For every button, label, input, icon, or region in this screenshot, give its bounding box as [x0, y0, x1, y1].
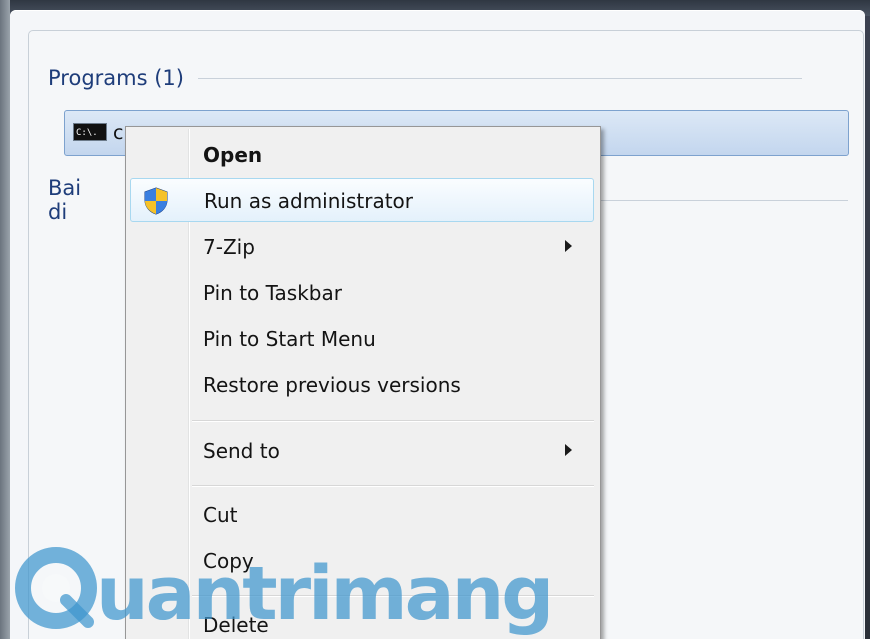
- menu-item-pin-to-taskbar[interactable]: Pin to Taskbar: [130, 271, 594, 315]
- second-header-label: Bai di: [48, 176, 82, 224]
- menu-item-label: Copy: [203, 549, 254, 573]
- menu-item-label: 7-Zip: [203, 235, 255, 259]
- menu-item-open[interactable]: Open: [130, 133, 594, 177]
- programs-group-header: Programs (1): [48, 66, 848, 90]
- submenu-arrow-icon: [565, 444, 572, 456]
- menu-item-7-zip[interactable]: 7-Zip: [130, 225, 594, 269]
- menu-item-delete[interactable]: Delete: [130, 603, 594, 639]
- menu-item-pin-to-start-menu[interactable]: Pin to Start Menu: [130, 317, 594, 361]
- menu-separator: [192, 595, 594, 597]
- menu-separator: [192, 420, 594, 422]
- screenshot-stage: Programs (1) C:\. c Bai di Open Run as a…: [0, 0, 870, 639]
- search-result-label: c: [113, 122, 124, 144]
- menu-item-restore-previous-versions[interactable]: Restore previous versions: [130, 363, 594, 407]
- window-left-edge: [0, 0, 10, 639]
- programs-header-label: Programs (1): [48, 66, 184, 90]
- menu-item-run-as-administrator[interactable]: Run as administrator: [130, 178, 594, 222]
- menu-item-copy[interactable]: Copy: [130, 539, 594, 583]
- menu-item-send-to[interactable]: Send to: [130, 429, 594, 473]
- menu-item-label: Open: [203, 143, 263, 167]
- menu-item-label: Pin to Start Menu: [203, 327, 376, 351]
- menu-item-label: Restore previous versions: [203, 373, 461, 397]
- submenu-arrow-icon: [565, 240, 572, 252]
- second-header-rule: [593, 199, 848, 201]
- menu-item-label: Delete: [203, 613, 269, 637]
- context-menu: Open Run as administrator 7-Zip Pin to T…: [125, 126, 601, 639]
- programs-header-rule: [197, 77, 802, 79]
- uac-shield-icon: [144, 187, 168, 215]
- menu-item-label: Pin to Taskbar: [203, 281, 342, 305]
- menu-separator: [192, 485, 594, 487]
- cmd-icon: C:\.: [73, 123, 107, 141]
- menu-item-label: Cut: [203, 503, 238, 527]
- menu-item-cut[interactable]: Cut: [130, 493, 594, 537]
- cmd-icon-text: C:\.: [76, 128, 98, 138]
- menu-item-label: Run as administrator: [204, 189, 414, 213]
- menu-item-label: Send to: [203, 439, 280, 463]
